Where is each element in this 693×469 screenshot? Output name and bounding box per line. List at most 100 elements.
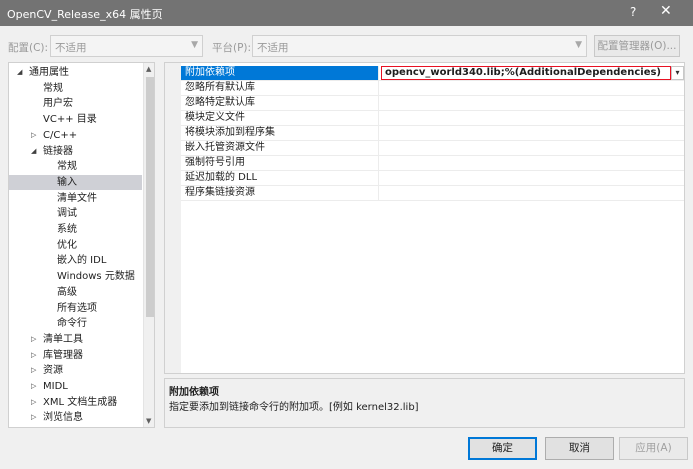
property-name[interactable]: 附加依赖项 [181,66,379,80]
tree-item-label: 库管理器 [43,349,83,361]
window-title: OpenCV_Release_x64 属性页 [7,8,163,21]
tree-item-label: VC++ 目录 [43,114,97,126]
platform-combobox[interactable]: 不适用 ▼ [252,35,587,57]
tree-item[interactable]: ▷ C/C++ [9,128,142,143]
config-toolbar: 配置(C): 不适用 ▼ 平台(P): 不适用 ▼ 配置管理器(O)... [0,26,693,62]
scroll-up-icon[interactable]: ▲ [146,65,151,73]
expand-icon[interactable]: ▷ [31,128,36,143]
apply-button[interactable]: 应用(A) [619,437,688,460]
property-value[interactable] [381,111,671,125]
tree-item-label: 命令行 [57,318,87,330]
property-name[interactable]: 延迟加载的 DLL [181,171,379,185]
tree-item[interactable]: ▷ 库管理器 [9,348,142,363]
property-name[interactable]: 程序集链接资源 [181,186,379,200]
collapse-icon[interactable]: ◢ [17,65,22,80]
tree-item[interactable]: 系统 [9,222,142,237]
property-row[interactable]: 强制符号引用 [181,156,684,171]
tree-item-label: 用户宏 [43,98,73,110]
tree-item[interactable]: 输入 [9,174,142,190]
tree-item-label: 优化 [57,239,77,251]
tree-item-label: 高级 [57,286,77,298]
property-name[interactable]: 强制符号引用 [181,156,379,170]
property-name[interactable]: 忽略所有默认库 [181,81,379,95]
tree-item-label: Windows 元数据 [57,271,135,283]
property-value[interactable] [381,171,671,185]
property-value[interactable] [381,96,671,110]
tree-scrollbar[interactable]: ▲ ▼ [143,63,154,427]
tree-item[interactable]: ▷ 浏览信息 [9,410,142,425]
property-row[interactable]: 嵌入托管资源文件 [181,141,684,156]
tree-item-label: 链接器 [43,145,73,157]
config-combobox[interactable]: 不适用 ▼ [50,35,203,57]
tree-item[interactable]: 高级 [9,285,142,300]
tree-item-label: 系统 [57,224,77,235]
property-value[interactable] [381,186,671,200]
scroll-thumb[interactable] [146,77,154,317]
platform-label: 平台(P): [212,42,252,54]
tree-item[interactable]: 常规 [9,81,142,96]
property-row[interactable]: 延迟加载的 DLL [181,171,684,186]
tree-item-label: 嵌入的 IDL [57,255,107,267]
tree-item[interactable]: ▷ XML 文档生成器 [9,395,142,410]
property-row[interactable]: 附加依赖项 opencv_world340.lib;%(AdditionalDep… [181,66,684,81]
tree-item[interactable]: 常规 [9,159,142,174]
tree-item[interactable]: ◢ 链接器 [9,144,142,159]
property-row[interactable]: 程序集链接资源 [181,186,684,201]
expand-icon[interactable]: ▷ [31,395,36,410]
tree-item[interactable]: Windows 元数据 [9,269,142,284]
expand-icon[interactable]: ▷ [31,363,36,378]
property-name[interactable]: 忽略特定默认库 [181,96,379,110]
grid-gutter [165,63,181,373]
property-row[interactable]: 将模块添加到程序集 [181,126,684,141]
close-icon[interactable]: ✕ [660,3,672,19]
property-row[interactable]: 忽略特定默认库 [181,96,684,111]
tree-item-label: MIDL [43,381,68,392]
property-name[interactable]: 嵌入托管资源文件 [181,141,379,155]
expand-icon[interactable]: ▷ [31,332,36,347]
property-value[interactable] [381,81,671,95]
property-row[interactable]: 模块定义文件 [181,111,684,126]
property-name[interactable]: 模块定义文件 [181,111,379,125]
tree-item-label: 常规 [57,161,77,173]
collapse-icon[interactable]: ◢ [31,144,36,159]
tree-item[interactable]: 用户宏 [9,96,142,111]
description-title: 附加依赖项 [169,387,219,398]
property-value[interactable] [381,156,671,170]
tree-item-label: 通用属性 [29,67,69,78]
tree-item-label: 资源 [43,365,63,377]
scroll-down-icon[interactable]: ▼ [146,417,151,425]
config-manager-button[interactable]: 配置管理器(O)... [594,35,680,57]
ok-button[interactable]: 确定 [468,437,537,460]
tree-item[interactable]: ▷ 资源 [9,363,142,378]
tree-item[interactable]: 嵌入的 IDL [9,253,142,268]
property-value[interactable]: opencv_world340.lib;%(AdditionalDependen… [381,66,671,80]
expand-icon[interactable]: ▷ [31,348,36,363]
description-panel: 附加依赖项 指定要添加到链接命令行的附加项。[例如 kernel32.lib] [164,378,685,428]
tree-item[interactable]: 调试 [9,206,142,221]
property-value[interactable] [381,126,671,140]
property-value[interactable] [381,141,671,155]
property-tree[interactable]: ▲ ▼ ◢ 通用属性 常规 用户宏 VC++ 目录 ▷ C/C++ ◢ 链接器 常规 输入 清单文件调… [8,62,155,428]
expand-icon[interactable]: ▷ [31,379,36,394]
tree-item[interactable]: ◢ 通用属性 [9,65,142,80]
tree-item[interactable]: ▷ MIDL [9,379,142,394]
chevron-down-icon[interactable]: ▾ [671,66,684,80]
help-button[interactable]: ? [630,5,636,19]
property-row[interactable]: 忽略所有默认库 [181,81,684,96]
tree-item[interactable]: 清单文件 [9,191,142,206]
tree-item[interactable]: VC++ 目录 [9,112,142,127]
tree-item-label: 调试 [57,208,77,220]
tree-item[interactable]: 优化 [9,238,142,253]
cancel-button[interactable]: 取消 [545,437,614,460]
config-label: 配置(C): [8,42,49,54]
property-grid[interactable]: 附加依赖项 opencv_world340.lib;%(AdditionalDep… [164,62,685,374]
property-name[interactable]: 将模块添加到程序集 [181,126,379,140]
description-text: 指定要添加到链接命令行的附加项。[例如 kernel32.lib] [169,402,419,413]
tree-item-label: 清单文件 [57,192,97,204]
expand-icon[interactable]: ▷ [31,410,36,425]
tree-item[interactable]: ▷ 清单工具 [9,332,142,347]
tree-item[interactable]: 命令行 [9,316,142,331]
config-value: 不适用 [55,42,87,54]
tree-item[interactable]: 所有选项 [9,301,142,316]
tree-item-label: 清单工具 [43,333,83,345]
